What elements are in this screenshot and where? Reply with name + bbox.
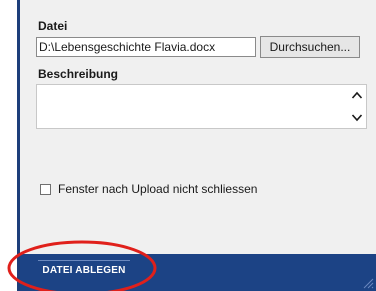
description-scrollbar[interactable] — [351, 87, 363, 127]
browse-button[interactable]: Durchsuchen... — [260, 36, 360, 58]
file-label: Datei — [38, 19, 68, 33]
description-label: Beschreibung — [38, 67, 119, 81]
footer-bar: DATEI ABLEGEN — [20, 254, 376, 291]
keep-window-open-checkbox[interactable] — [40, 184, 51, 195]
description-textarea[interactable] — [36, 84, 367, 129]
window-edge — [0, 0, 17, 291]
file-path-field[interactable]: D:\Lebensgeschichte Flavia.docx — [36, 37, 256, 57]
resize-grip-icon[interactable] — [362, 277, 374, 289]
keep-window-open-label[interactable]: Fenster nach Upload nicht schliessen — [58, 182, 257, 196]
scroll-arrows-icon — [351, 91, 363, 122]
submit-file-button[interactable]: DATEI ABLEGEN — [38, 260, 130, 282]
